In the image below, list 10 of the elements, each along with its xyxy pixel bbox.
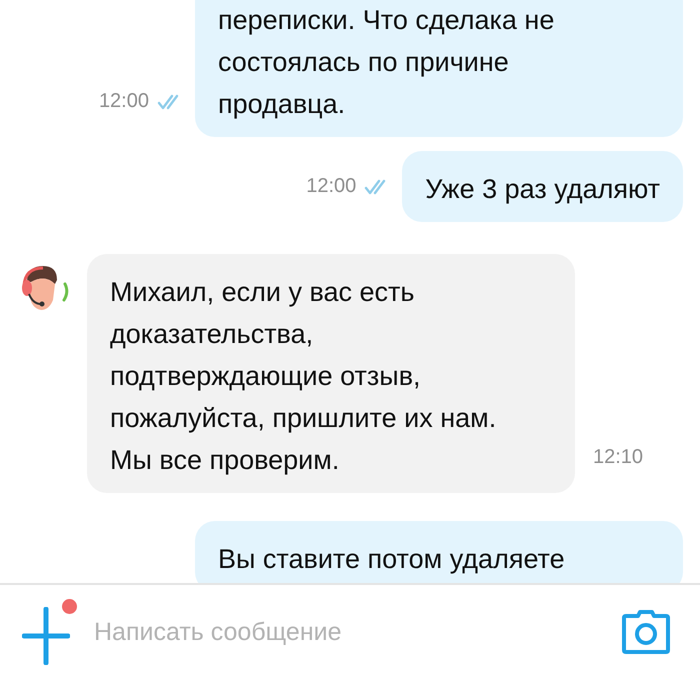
message-text: Михаил, если у вас есть доказательства, подтверждающие отзыв, пожалуйста, пришлите их нам. Мы все проверим. bbox=[110, 276, 498, 477]
message-time: 12:00 bbox=[98, 90, 149, 113]
message-input[interactable]: Написать сообщение bbox=[94, 618, 622, 646]
camera-icon[interactable] bbox=[622, 610, 670, 654]
message-text: Вы ставите потом удаляете bbox=[218, 543, 566, 576]
plus-icon[interactable] bbox=[22, 607, 70, 665]
message-text: переписки. Что сделака не состоялась по причине продавца. bbox=[218, 4, 556, 121]
message-text: Уже 3 раз удаляют bbox=[425, 173, 660, 206]
message-time: 12:10 bbox=[593, 446, 644, 469]
message-time: 12:00 bbox=[306, 175, 356, 198]
